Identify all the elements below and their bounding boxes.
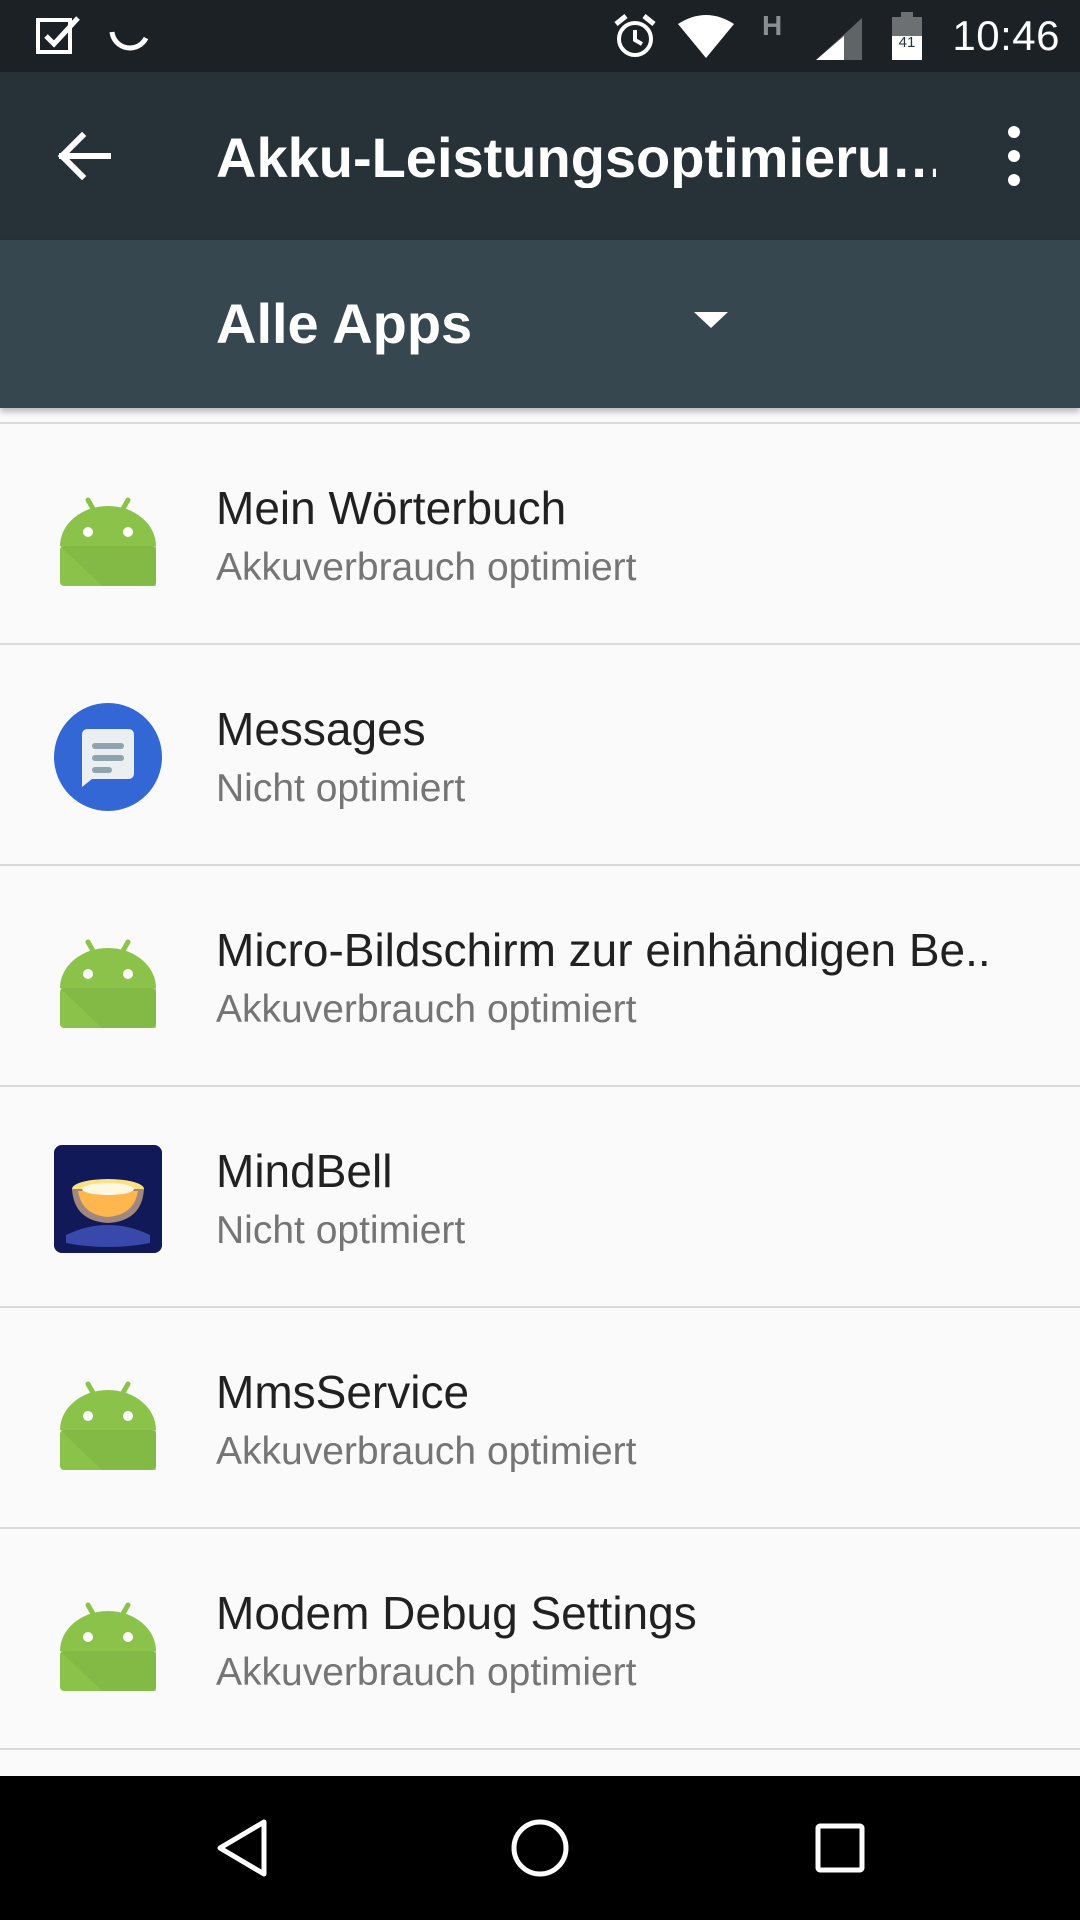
alarm-icon <box>614 14 656 57</box>
task-check-icon <box>36 16 80 54</box>
optimization-status: Akkuverbrauch optimiert <box>216 546 637 589</box>
nav-recents-button[interactable] <box>792 1800 888 1896</box>
more-options-button[interactable] <box>966 108 1062 204</box>
android-robot-icon <box>60 497 156 586</box>
list-item[interactable]: Mein Wörterbuch Akkuverbrauch optimiert <box>0 424 1080 645</box>
list-item[interactable]: Modem Debug Settings Akkuverbrauch optim… <box>0 1529 1080 1750</box>
app-name: MindBell <box>216 1145 393 1197</box>
status-time: 10:46 <box>952 12 1060 59</box>
app-name: MmsService <box>216 1366 470 1418</box>
battery-level: 41 <box>898 34 916 51</box>
arrow-left-icon <box>57 131 111 181</box>
nav-home-button[interactable] <box>492 1800 588 1896</box>
optimization-status: Akkuverbrauch optimiert <box>216 1430 637 1473</box>
app-bar: Akku-Leistungsoptimieru… <box>0 72 1080 240</box>
android-robot-icon <box>60 1381 156 1470</box>
mindbell-bowl-icon <box>54 1145 162 1253</box>
optimization-status: Akkuverbrauch optimiert <box>216 988 637 1031</box>
network-type-icon: H <box>762 10 783 41</box>
list-item[interactable]: Messages Nicht optimiert <box>0 645 1080 866</box>
back-button[interactable] <box>36 108 132 204</box>
cell-signal-icon <box>816 18 862 60</box>
wifi-icon <box>678 15 734 58</box>
screen: H 41 10:46 Akku-Leistungsoptimieru… Alle… <box>0 0 1080 1920</box>
app-name: Modem Debug Settings <box>216 1587 697 1639</box>
nav-back-icon <box>217 1819 267 1877</box>
android-robot-icon <box>60 939 156 1028</box>
messages-app-icon <box>54 703 162 811</box>
page-title: Akku-Leistungsoptimieru… <box>216 128 936 188</box>
list-item[interactable]: Micro-Bildschirm zur einhändigen Be.. Ak… <box>0 866 1080 1087</box>
filter-bar: Alle Apps <box>0 240 1080 408</box>
nav-back-button[interactable] <box>192 1800 288 1896</box>
more-vert-icon <box>1008 126 1020 186</box>
app-filter-dropdown[interactable]: Alle Apps <box>216 280 756 368</box>
optimization-status: Nicht optimiert <box>216 767 466 810</box>
filter-selected-label: Alle Apps <box>216 292 473 355</box>
optimization-status: Nicht optimiert <box>216 1209 466 1252</box>
sync-spinner-icon <box>109 31 149 51</box>
status-bar: H 41 10:46 <box>0 0 1080 72</box>
android-robot-icon <box>60 1602 156 1691</box>
app-name: Messages <box>216 703 426 755</box>
list-item[interactable]: MmsService Akkuverbrauch optimiert <box>0 1308 1080 1529</box>
list-item[interactable]: MindBell Nicht optimiert <box>0 1087 1080 1308</box>
navigation-bar <box>0 1776 1080 1920</box>
optimization-status: Akkuverbrauch optimiert <box>216 1651 637 1694</box>
app-name: Mein Wörterbuch <box>216 482 567 534</box>
dropdown-caret-icon <box>694 312 728 328</box>
nav-home-icon <box>511 1819 569 1877</box>
nav-recents-icon <box>815 1823 865 1873</box>
app-name: Micro-Bildschirm zur einhändigen Be.. <box>216 924 991 976</box>
app-list: Mein Wörterbuch Akkuverbrauch optimiert … <box>0 422 1080 1750</box>
